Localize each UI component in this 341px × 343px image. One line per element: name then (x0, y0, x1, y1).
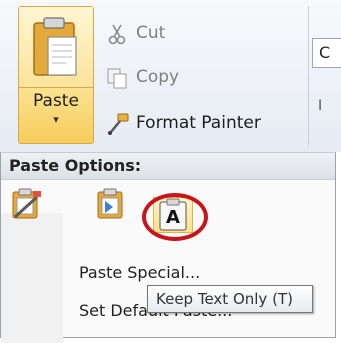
ribbon-clipboard-group: Paste ▾ Cut Copy Format Painter C I (0, 0, 341, 152)
paste-label: Paste (33, 91, 79, 111)
format-painter-label: Format Painter (136, 113, 261, 133)
font-name-box[interactable]: C (312, 38, 341, 68)
tooltip-text: Keep Text Only (T) (156, 290, 293, 308)
keep-text-only-tooltip: Keep Text Only (T) (147, 285, 313, 313)
font-row-glyph: I (318, 98, 323, 114)
highlight-circle (142, 193, 208, 241)
cut-label: Cut (136, 23, 166, 43)
paste-special-item[interactable]: Paste Special... (79, 263, 200, 282)
keep-source-formatting-icon (12, 188, 41, 219)
copy-icon (107, 68, 127, 89)
scissors-icon (108, 24, 126, 45)
paste-options-title: Paste Options: (9, 156, 142, 175)
keep-source-formatting-option[interactable] (9, 187, 43, 221)
paste-button[interactable]: Paste ▾ (18, 6, 94, 144)
clipboard-icon (33, 17, 77, 76)
paste-options-header: Paste Options: (1, 153, 335, 180)
merge-formatting-option[interactable] (93, 187, 127, 221)
font-box-glyph: C (319, 43, 331, 62)
group-divider (308, 6, 309, 146)
paste-button-top[interactable] (19, 7, 93, 88)
menu-gutter (1, 213, 63, 343)
paintbrush-icon (108, 113, 129, 135)
chevron-down-icon[interactable]: ▾ (19, 113, 93, 126)
copy-label: Copy (136, 67, 180, 87)
merge-formatting-icon (97, 188, 123, 219)
